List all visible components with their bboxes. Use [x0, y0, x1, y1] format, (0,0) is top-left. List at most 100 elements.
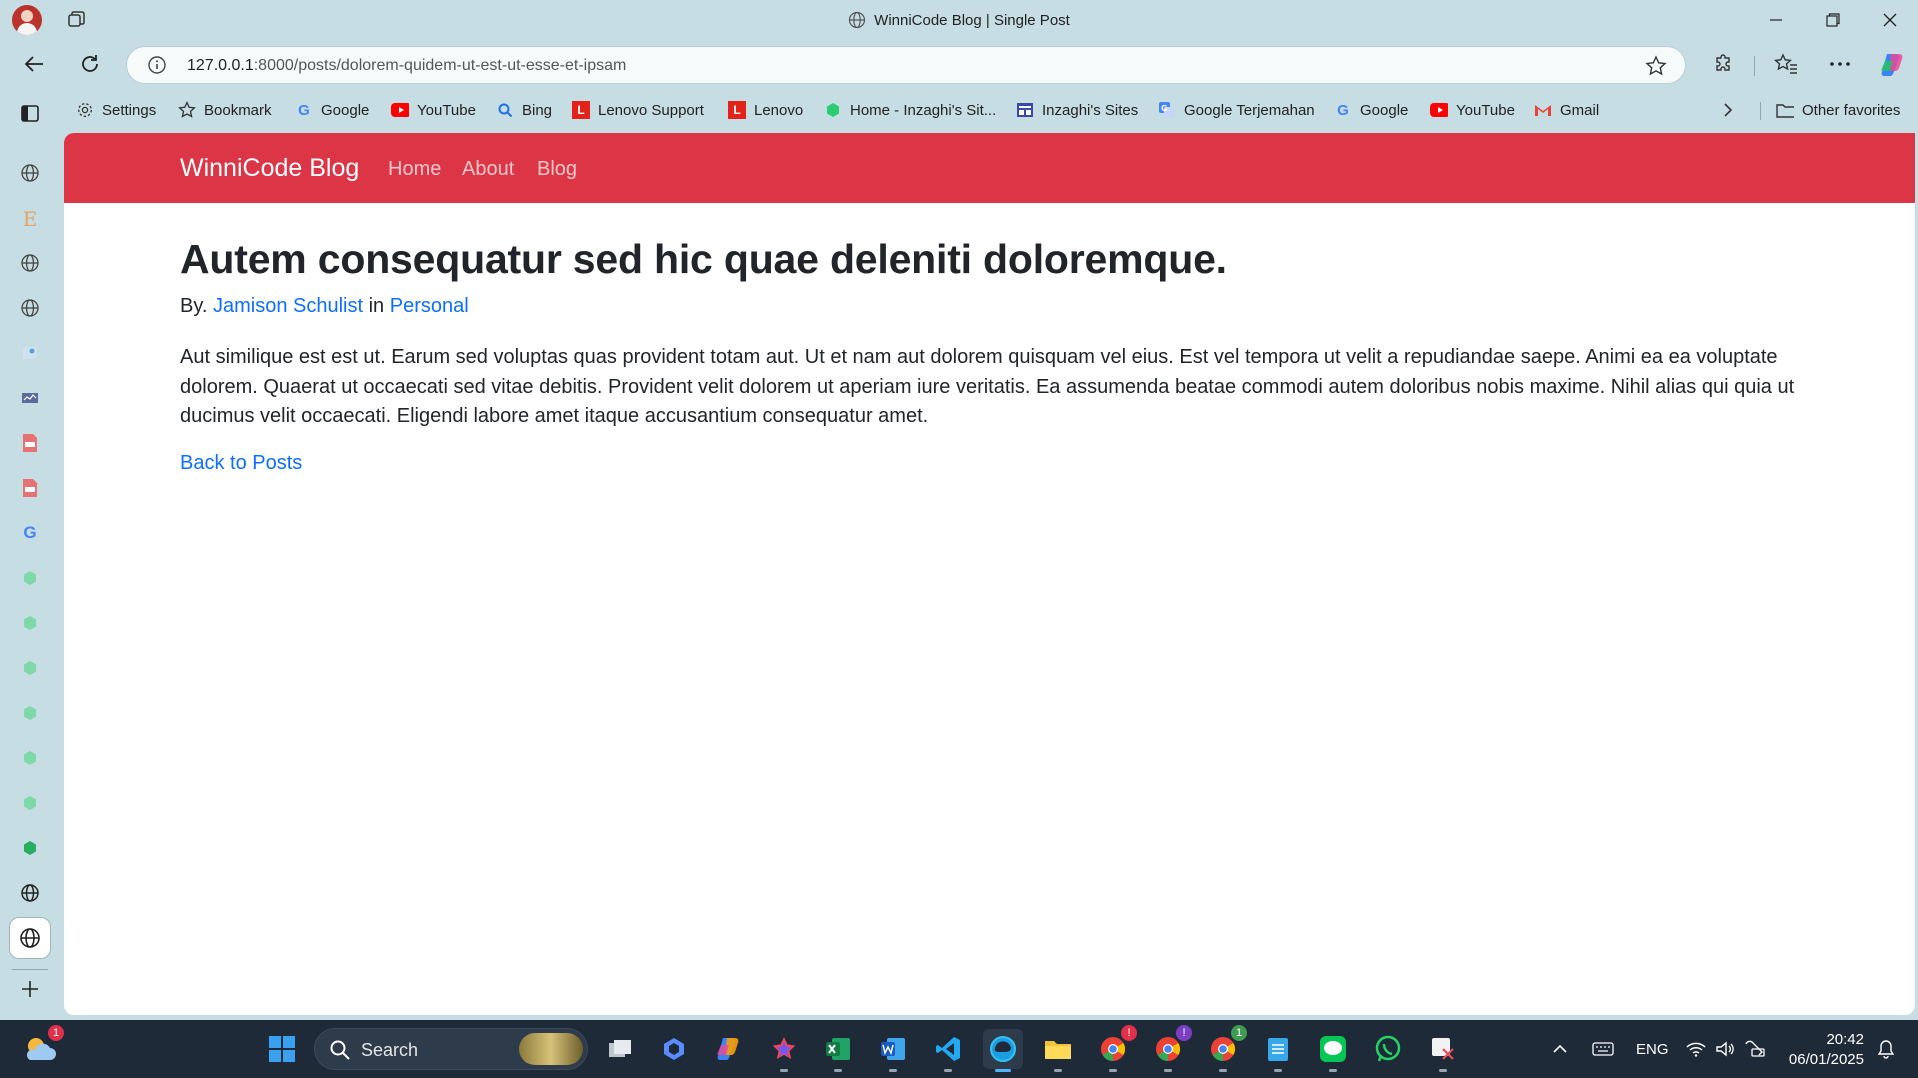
refresh-icon[interactable] — [74, 48, 106, 80]
running-indicator — [1439, 1069, 1447, 1072]
minimize-button[interactable] — [1748, 4, 1804, 36]
tab-hexagon-icon[interactable] — [16, 789, 44, 817]
close-button[interactable] — [1862, 4, 1918, 36]
new-tab-plus-icon[interactable] — [16, 975, 44, 1003]
tab-active-globe-icon[interactable] — [9, 917, 51, 959]
keyboard-icon[interactable] — [1592, 1020, 1614, 1078]
favorite-google-2[interactable]: G Google — [1334, 98, 1408, 122]
favorites-icon[interactable] — [1770, 48, 1802, 80]
running-indicator — [1109, 1069, 1117, 1072]
copilot-icon[interactable] — [1876, 48, 1908, 80]
favorite-label: Bookmark — [204, 101, 272, 119]
tab-panel-icon[interactable] — [16, 99, 44, 127]
category-link[interactable]: Personal — [390, 295, 469, 317]
page-viewport: WinniCode Blog Home About Blog Autem con… — [64, 133, 1915, 1015]
tab-globe-icon[interactable] — [16, 249, 44, 277]
volume-icon[interactable] — [1715, 1020, 1735, 1078]
tab-chart-icon[interactable] — [16, 384, 44, 412]
language-indicator[interactable]: ENG — [1636, 1020, 1669, 1078]
taskbar-search[interactable]: Search — [314, 1028, 588, 1070]
tab-google-icon[interactable]: G — [16, 519, 44, 547]
tab-pdf-icon[interactable] — [16, 429, 44, 457]
back-to-posts-link[interactable]: Back to Posts — [180, 452, 302, 475]
url-host: 127.0.0.1 — [187, 57, 254, 74]
clock-time: 20:42 — [1826, 1031, 1864, 1048]
file-explorer-icon[interactable] — [1038, 1029, 1078, 1072]
tab-hexagon-icon[interactable] — [16, 699, 44, 727]
wifi-icon[interactable] — [1686, 1020, 1706, 1078]
byline-in: in — [368, 295, 385, 317]
chrome-profile-2-icon[interactable]: ! — [1148, 1025, 1192, 1072]
word-icon[interactable] — [873, 1029, 913, 1072]
other-favorites[interactable]: Other favorites — [1776, 98, 1900, 122]
favorite-label: Google — [1360, 101, 1409, 119]
favorite-settings[interactable]: Settings — [76, 98, 156, 122]
tab-hexagon-icon[interactable] — [16, 564, 44, 592]
task-view-icon[interactable] — [600, 1029, 640, 1069]
vscode-icon[interactable] — [928, 1029, 968, 1072]
favorite-google[interactable]: G Google — [295, 98, 369, 122]
tab-hexagon-icon[interactable] — [16, 834, 44, 862]
favorite-bookmark[interactable]: Bookmark — [178, 98, 272, 122]
svg-text:G: G — [1161, 104, 1168, 113]
favorite-bing[interactable]: Bing — [496, 98, 552, 122]
favorite-gmail[interactable]: Gmail — [1534, 98, 1599, 122]
whatsapp-icon[interactable] — [1368, 1029, 1408, 1069]
copilot-taskbar-icon[interactable] — [654, 1029, 694, 1069]
star-app-icon[interactable] — [764, 1029, 804, 1072]
copilot-app-icon[interactable] — [709, 1029, 749, 1069]
notification-bell-icon[interactable] — [1877, 1020, 1895, 1078]
nav-blog-link[interactable]: Blog — [537, 158, 577, 181]
clock-date: 06/01/2025 — [1788, 1051, 1864, 1068]
tab-globe-icon[interactable] — [16, 159, 44, 187]
chrome-badge: 1 — [1231, 1025, 1247, 1041]
tab-globe-icon[interactable] — [16, 294, 44, 322]
post-title: Autem consequatur sed hic quae deleniti … — [180, 236, 1227, 282]
running-indicator — [944, 1069, 952, 1072]
excel-icon[interactable] — [818, 1029, 858, 1072]
site-brand[interactable]: WinniCode Blog — [180, 154, 359, 183]
tab-hexagon-icon[interactable] — [16, 744, 44, 772]
chrome-icon[interactable]: ! — [1093, 1025, 1137, 1072]
favorite-label: Lenovo Support — [598, 101, 704, 119]
favorite-lenovo[interactable]: L Lenovo — [728, 98, 803, 122]
show-hidden-icons-chevron-icon[interactable] — [1552, 1020, 1568, 1078]
running-indicator — [889, 1069, 897, 1072]
favorite-star-icon[interactable] — [1645, 55, 1667, 82]
favorite-inzaghi-sites[interactable]: Inzaghi's Sites — [1016, 98, 1138, 122]
tab-e-icon[interactable]: E — [16, 205, 44, 233]
address-bar[interactable]: 127.0.0.1:8000/posts/dolorem-quidem-ut-e… — [126, 46, 1686, 84]
system-clock[interactable]: 20:42 06/01/2025 — [1789, 1030, 1864, 1070]
chrome-profile-3-icon[interactable]: 1 — [1203, 1025, 1247, 1072]
weather-widget[interactable]: 1 — [20, 1025, 64, 1069]
more-menu-icon[interactable] — [1824, 48, 1856, 80]
extensions-icon[interactable] — [1708, 48, 1740, 80]
notepad-icon[interactable] — [1258, 1029, 1298, 1072]
tab-hexagon-icon[interactable] — [16, 609, 44, 637]
favorite-youtube-2[interactable]: YouTube — [1430, 98, 1515, 122]
tab-globe-icon[interactable] — [16, 879, 44, 907]
back-arrow-icon[interactable] — [18, 48, 50, 80]
snipping-tool-icon[interactable] — [1423, 1029, 1463, 1072]
tab-pdf-icon[interactable] — [16, 474, 44, 502]
nav-home-link[interactable]: Home — [388, 158, 441, 181]
favorites-overflow-chevron-icon[interactable] — [1722, 98, 1734, 122]
site-navbar: WinniCode Blog Home About Blog — [64, 133, 1915, 203]
youtube-icon — [391, 101, 409, 119]
author-link[interactable]: Jamison Schulist — [213, 295, 363, 317]
url-text[interactable]: 127.0.0.1:8000/posts/dolorem-quidem-ut-e… — [187, 57, 626, 75]
start-windows-icon[interactable] — [262, 1029, 302, 1069]
favorite-google-translate[interactable]: G Google Terjemahan — [1158, 98, 1315, 122]
site-info-icon[interactable] — [147, 55, 167, 80]
edge-icon[interactable] — [983, 1029, 1023, 1072]
restore-button[interactable] — [1805, 4, 1861, 36]
favorite-inzaghi-home[interactable]: Home - Inzaghi's Sit... — [824, 98, 996, 122]
tab-hexagon-icon[interactable] — [16, 654, 44, 682]
favorite-lenovo-support[interactable]: L Lenovo Support — [572, 98, 704, 122]
battery-status-icon[interactable] — [1744, 1020, 1766, 1078]
lenovo-icon: L — [572, 101, 590, 119]
nav-about-link[interactable]: About — [462, 158, 514, 181]
tab-image-icon[interactable] — [16, 339, 44, 367]
favorite-youtube[interactable]: YouTube — [391, 98, 476, 122]
line-app-icon[interactable] — [1313, 1029, 1353, 1072]
